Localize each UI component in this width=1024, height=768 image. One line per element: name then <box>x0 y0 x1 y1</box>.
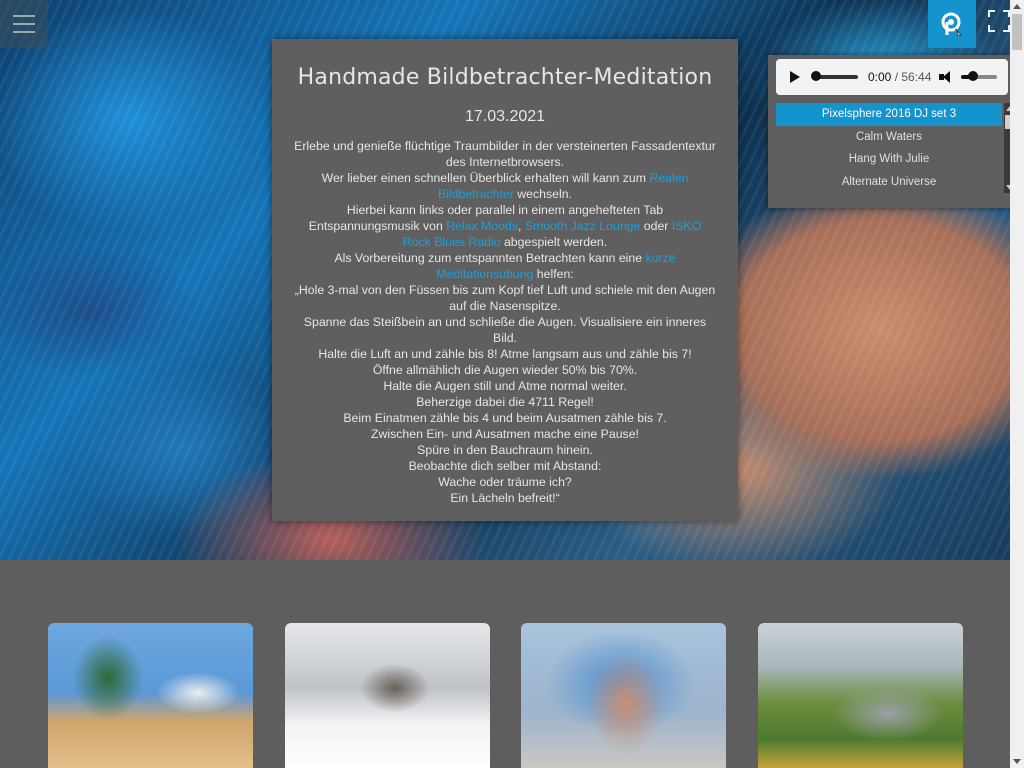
meditation-line: Beim Einatmen zähle bis 4 und beim Ausat… <box>343 411 667 425</box>
meditation-line: Halte die Augen still und Atme normal we… <box>383 379 627 393</box>
time-separator: / <box>891 70 902 84</box>
duration: 56:44 <box>901 70 932 84</box>
playlist: Pixelsphere 2016 DJ set 3 Calm Waters Ha… <box>776 103 1016 193</box>
audio-controls: 0:00 / 56:44 <box>776 59 1008 95</box>
gallery-thumbnail[interactable] <box>758 623 963 768</box>
time-display: 0:00 / 56:44 <box>868 70 931 84</box>
scroll-down-icon[interactable] <box>1013 759 1021 764</box>
meditation-line: Spüre in den Bauchraum hinein. <box>417 443 593 457</box>
meditation-line: „Hole 3-mal von den Füssen bis zum Kopf … <box>294 283 716 313</box>
hamburger-icon-bar <box>13 15 35 17</box>
volume-fill <box>961 75 976 79</box>
scrollbar-thumb[interactable] <box>1012 14 1022 50</box>
volume-icon[interactable] <box>939 71 953 83</box>
page-scrollbar[interactable] <box>1010 0 1024 768</box>
volume-slider[interactable] <box>961 71 998 81</box>
text: helfen: <box>533 267 574 281</box>
gallery-thumbnail[interactable] <box>285 623 490 768</box>
paragraph: Erlebe und genieße flüchtige Traumbilder… <box>294 139 716 169</box>
meditation-line: Ein Lächeln befreit!“ <box>450 491 560 505</box>
meditation-line: Öffne allmählich die Augen wieder 50% bi… <box>372 363 638 377</box>
meditation-line: Beobachte dich selber mit Abstand: <box>408 459 602 473</box>
meditation-line: Zwischen Ein- und Ausatmen mache eine Pa… <box>371 427 639 441</box>
scroll-up-icon[interactable] <box>1013 4 1021 9</box>
text: abgespielt werden. <box>500 235 608 249</box>
meditation-line: Halte die Luft an und zähle bis 8! Atme … <box>318 347 692 361</box>
article-body: Erlebe und genieße flüchtige Traumbilder… <box>294 138 716 506</box>
radio-button[interactable] <box>928 0 976 48</box>
music-player-panel: 0:00 / 56:44 Pixelsphere 2016 DJ set 3 C… <box>768 55 1018 208</box>
text: wechseln. <box>513 187 572 201</box>
article-card: Handmade Bildbetrachter-Meditation 17.03… <box>272 39 738 521</box>
play-icon[interactable] <box>790 71 800 83</box>
playlist-item[interactable]: Pixelsphere 2016 DJ set 3 <box>776 103 1002 126</box>
playlist-item[interactable]: Alternate Universe <box>776 171 1002 194</box>
text: Als Vorbereitung zum entspannten Betrach… <box>334 251 646 265</box>
paragraph: Als Vorbereitung zum entspannten Betrach… <box>294 250 716 282</box>
paragraph: Hierbei kann links oder parallel in eine… <box>294 202 716 250</box>
paragraph: Wer lieber einen schnellen Überblick erh… <box>294 170 716 202</box>
text: , <box>517 219 525 233</box>
link-smooth-jazz-lounge[interactable]: Smooth Jazz Lounge <box>525 219 641 233</box>
playlist-item[interactable]: Hang With Julie <box>776 148 1002 171</box>
gallery-thumbnail[interactable] <box>521 623 726 768</box>
playlist-item[interactable]: Calm Waters <box>776 126 1002 149</box>
hamburger-icon-bar <box>13 23 35 25</box>
meditation-line: Wache oder träume ich? <box>438 475 572 489</box>
meditation-line: Beherzige dabei die 4711 Regel! <box>416 395 594 409</box>
radio-logo-icon <box>941 12 962 36</box>
current-time: 0:00 <box>868 70 892 84</box>
fullscreen-icon <box>988 10 1010 32</box>
hamburger-icon-bar <box>13 31 35 33</box>
article-date: 17.03.2021 <box>464 108 546 125</box>
meditation-line: Spanne das Steißbein an und schließe die… <box>303 315 707 345</box>
text: oder <box>640 219 672 233</box>
menu-button[interactable] <box>0 0 48 48</box>
text: Wer lieber einen schnellen Überblick erh… <box>321 171 650 185</box>
gallery-thumbnail[interactable] <box>48 623 253 768</box>
seek-slider[interactable] <box>811 71 858 81</box>
link-relax-moods[interactable]: Relax Moods <box>446 219 518 233</box>
fullscreen-button[interactable] <box>988 10 1010 32</box>
article-title: Handmade Bildbetrachter-Meditation <box>297 65 713 90</box>
